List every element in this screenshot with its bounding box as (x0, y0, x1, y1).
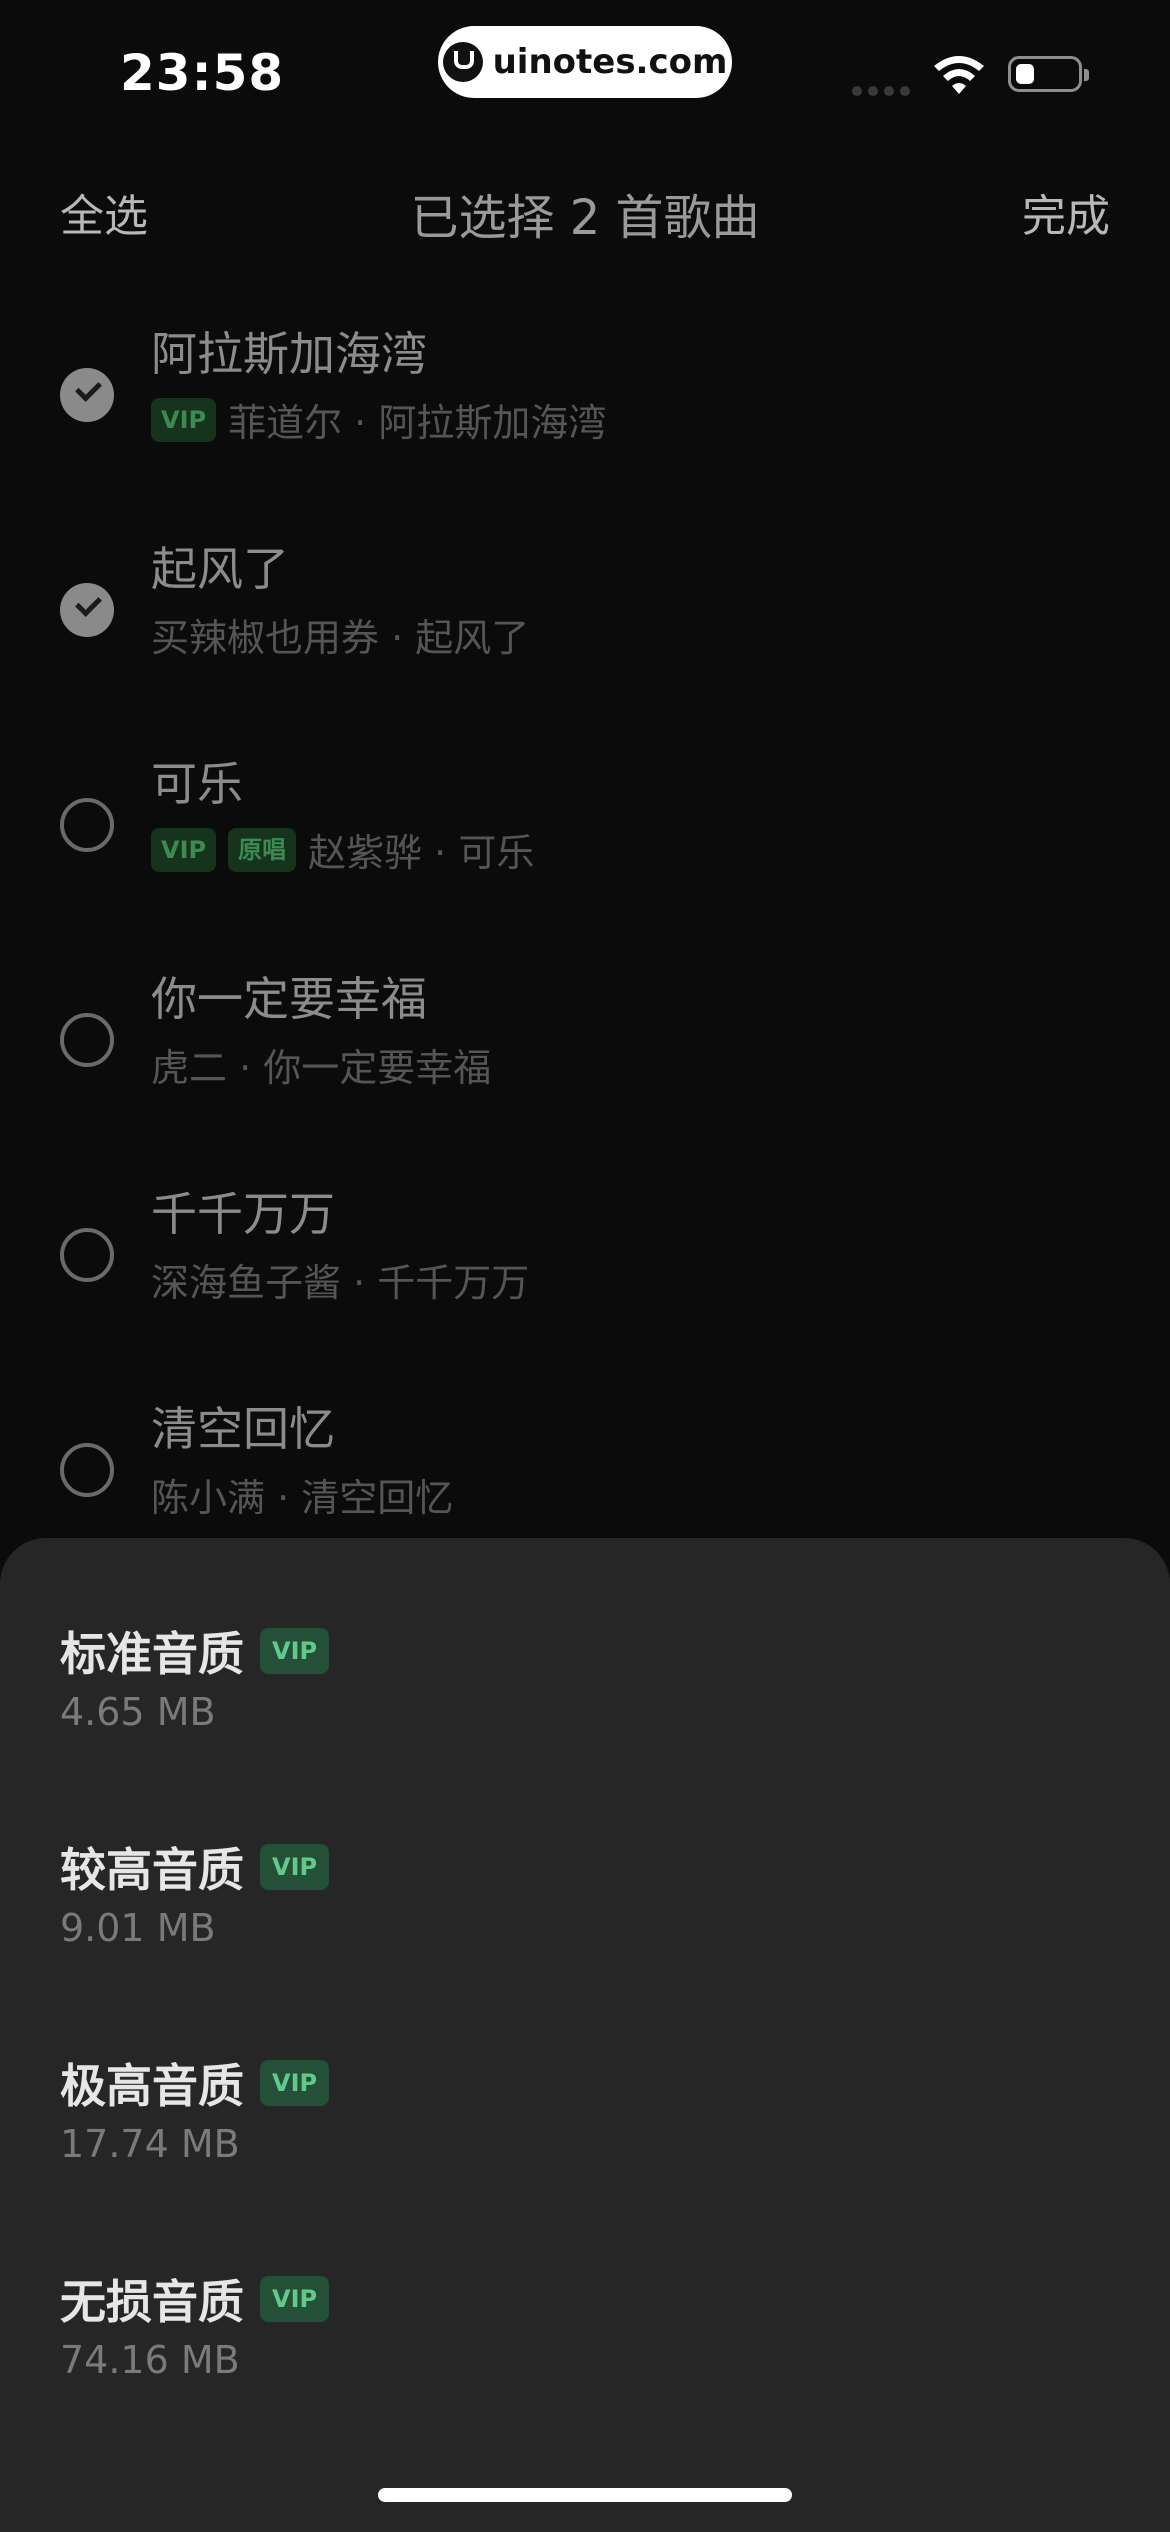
home-indicator[interactable] (378, 2488, 792, 2502)
song-subtitle-row: 深海鱼子酱 · 千千万万 (151, 1252, 529, 1307)
quality-title-row: 无损音质 VIP (60, 2266, 330, 2332)
quality-option-high[interactable]: 较高音质 VIP 9.01 MB (60, 1834, 1110, 2034)
song-title: 起风了 (151, 542, 289, 596)
vip-badge: VIP (260, 2060, 330, 2106)
song-checkbox-checked[interactable] (60, 368, 114, 422)
quality-size: 4.65 MB (60, 1690, 216, 1734)
quality-title-row: 标准音质 VIP (60, 1618, 330, 1684)
quality-label: 无损音质 (60, 2275, 244, 2329)
battery-icon (1008, 56, 1089, 92)
watermark-text: uinotes.com (492, 42, 728, 82)
original-badge: 原唱 (228, 827, 297, 872)
song-row[interactable]: 起风了 买辣椒也用券 · 起风了 (0, 533, 1170, 743)
song-title: 千千万万 (151, 1187, 335, 1241)
song-checkbox[interactable] (60, 1013, 114, 1067)
cellular-signal-icon (852, 86, 910, 96)
song-row[interactable]: 阿拉斯加海湾 VIP 菲道尔 · 阿拉斯加海湾 (0, 318, 1170, 528)
quality-title-row: 极高音质 VIP (60, 2050, 330, 2116)
quality-bottom-sheet: 标准音质 VIP 4.65 MB 较高音质 VIP 9.01 MB 极高音质 V… (0, 1538, 1170, 2532)
song-row[interactable]: 你一定要幸福 虎二 · 你一定要幸福 (0, 963, 1170, 1173)
song-subtitle-row: 虎二 · 你一定要幸福 (151, 1037, 491, 1092)
quality-option-very-high[interactable]: 极高音质 VIP 17.74 MB (60, 2050, 1110, 2250)
song-subtitle-row: VIP 菲道尔 · 阿拉斯加海湾 (151, 392, 606, 447)
screen: 23:58 uinotes.com 全选 已选择 2 首歌曲 完成 阿拉斯加海湾… (0, 0, 1170, 2532)
vip-badge: VIP (260, 2276, 330, 2322)
song-title: 你一定要幸福 (151, 972, 427, 1026)
song-subtitle-row: VIP 原唱 赵紫骅 · 可乐 (151, 822, 534, 877)
song-checkbox[interactable] (60, 1228, 114, 1282)
selection-header: 全选 已选择 2 首歌曲 完成 (0, 170, 1170, 250)
song-artist-album: 买辣椒也用券 · 起风了 (151, 616, 530, 660)
song-checkbox[interactable] (60, 1443, 114, 1497)
vip-badge: VIP (151, 397, 217, 442)
page-title: 已选择 2 首歌曲 (410, 190, 760, 246)
wifi-icon (934, 56, 984, 94)
status-time: 23:58 (120, 44, 285, 102)
quality-option-lossless[interactable]: 无损音质 VIP 74.16 MB (60, 2266, 1110, 2466)
song-checkbox[interactable] (60, 798, 114, 852)
vip-badge: VIP (260, 1628, 330, 1674)
song-subtitle-row: 陈小满 · 清空回忆 (151, 1467, 453, 1522)
quality-title-row: 较高音质 VIP (60, 1834, 330, 1900)
song-checkbox-checked[interactable] (60, 583, 114, 637)
quality-option-standard[interactable]: 标准音质 VIP 4.65 MB (60, 1618, 1110, 1818)
vip-badge: VIP (260, 1844, 330, 1890)
quality-label: 标准音质 (60, 1627, 244, 1681)
song-artist-album: 虎二 · 你一定要幸福 (151, 1046, 492, 1090)
done-button[interactable]: 完成 (1022, 180, 1110, 244)
song-artist-album: 深海鱼子酱 · 千千万万 (151, 1261, 530, 1305)
song-row[interactable]: 可乐 VIP 原唱 赵紫骅 · 可乐 (0, 748, 1170, 958)
song-artist-album: 菲道尔 · 阿拉斯加海湾 (228, 401, 607, 445)
song-title: 清空回忆 (151, 1402, 335, 1456)
song-artist-album: 赵紫骅 · 可乐 (308, 831, 535, 875)
quality-size: 17.74 MB (60, 2122, 240, 2166)
watermark: uinotes.com (438, 26, 732, 98)
song-row[interactable]: 千千万万 深海鱼子酱 · 千千万万 (0, 1178, 1170, 1388)
battery-level (1016, 64, 1034, 84)
quality-label: 极高音质 (60, 2059, 244, 2113)
uinotes-logo-icon (442, 42, 483, 82)
quality-size: 74.16 MB (60, 2338, 240, 2382)
song-subtitle-row: 买辣椒也用券 · 起风了 (151, 607, 529, 662)
quality-label: 较高音质 (60, 1843, 244, 1897)
vip-badge: VIP (151, 827, 217, 872)
quality-size: 9.01 MB (60, 1906, 216, 1950)
song-title: 可乐 (151, 757, 243, 811)
song-title: 阿拉斯加海湾 (151, 327, 427, 381)
song-artist-album: 陈小满 · 清空回忆 (151, 1476, 454, 1520)
